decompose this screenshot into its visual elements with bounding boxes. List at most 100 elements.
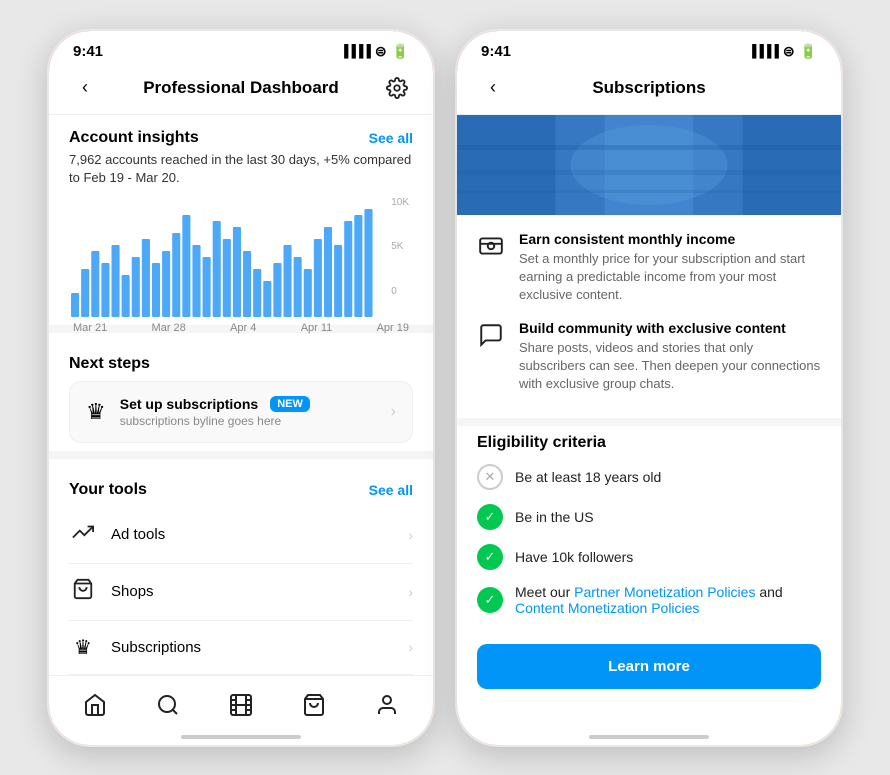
subscriptions-card[interactable]: ♛ Set up subscriptions NEW subscriptions…	[69, 381, 413, 443]
x-label-apr19: Apr 19	[377, 322, 409, 334]
ad-tools-chevron-icon: ›	[408, 527, 413, 543]
tool-ad-tools-label: Ad tools	[111, 526, 394, 543]
criteria-policies: ✓ Meet our Partner Monetization Policies…	[477, 584, 821, 616]
battery-icon: 🔋	[392, 43, 409, 60]
income-content: Earn consistent monthly income Set a mon…	[519, 231, 821, 305]
subscriptions-card-text: Set up subscriptions NEW subscriptions b…	[120, 396, 377, 428]
status-icons: ▐▐▐▐ ⊜ 🔋	[340, 43, 409, 60]
community-desc: Share posts, videos and stories that onl…	[519, 339, 821, 394]
x-label-mar28: Mar 28	[152, 322, 186, 334]
bar-chart	[69, 197, 413, 317]
phone-dashboard: 9:41 ▐▐▐▐ ⊜ 🔋 ‹ Professional Dashboard A…	[46, 28, 436, 748]
tool-ad-tools[interactable]: Ad tools ›	[69, 507, 413, 564]
shops-chevron-icon: ›	[408, 584, 413, 600]
x-label-apr11: Apr 11	[301, 322, 333, 334]
subscriptions-card-byline: subscriptions byline goes here	[120, 414, 377, 428]
income-icon	[477, 233, 505, 265]
eligibility-title: Eligibility criteria	[477, 434, 821, 452]
x-label-apr4: Apr 4	[230, 322, 256, 334]
sub-back-button[interactable]: ‹	[477, 72, 509, 104]
criteria-age-icon: ✕	[477, 464, 503, 490]
shops-icon	[69, 578, 97, 606]
partner-policies-link[interactable]: Partner Monetization Policies	[574, 584, 755, 600]
y-label-5k: 5K	[391, 241, 409, 252]
criteria-us-icon: ✓	[477, 504, 503, 530]
insights-see-all[interactable]: See all	[369, 130, 413, 146]
sub-wifi-icon: ⊜	[783, 43, 795, 60]
sub-home-indicator	[589, 735, 709, 739]
ad-tools-icon	[69, 521, 97, 549]
criteria-us: ✓ Be in the US	[477, 504, 821, 530]
learn-more-button[interactable]: Learn more	[477, 644, 821, 689]
tool-subscriptions[interactable]: ♛ Subscriptions ›	[69, 621, 413, 675]
home-indicator	[181, 735, 301, 739]
feature-income: Earn consistent monthly income Set a mon…	[457, 231, 841, 321]
tool-shops[interactable]: Shops ›	[69, 564, 413, 621]
nav-search[interactable]	[146, 689, 190, 721]
content-policies-link[interactable]: Content Monetization Policies	[515, 600, 699, 616]
insights-header: Account insights See all	[69, 129, 413, 147]
status-bar: 9:41 ▐▐▐▐ ⊜ 🔋	[49, 31, 433, 64]
sub-status-icons: ▐▐▐▐ ⊜ 🔋	[748, 43, 817, 60]
income-desc: Set a monthly price for your subscriptio…	[519, 250, 821, 305]
next-steps-header: Next steps	[69, 355, 413, 373]
tools-see-all[interactable]: See all	[369, 482, 413, 498]
tools-header: Your tools See all	[69, 481, 413, 499]
community-icon	[477, 322, 505, 354]
new-badge: NEW	[270, 396, 310, 412]
sub-status-bar: 9:41 ▐▐▐▐ ⊜ 🔋	[457, 31, 841, 64]
criteria-policies-icon: ✓	[477, 587, 503, 613]
wifi-icon: ⊜	[375, 43, 387, 60]
criteria-followers-text: Have 10k followers	[515, 549, 633, 565]
x-axis-labels: Mar 21 Mar 28 Apr 4 Apr 11 Apr 19	[69, 322, 413, 334]
crown-icon: ♛	[86, 399, 106, 425]
community-title: Build community with exclusive content	[519, 320, 821, 336]
feature-community: Build community with exclusive content S…	[457, 320, 841, 410]
criteria-us-text: Be in the US	[515, 509, 594, 525]
learn-more-section: Learn more If you've recently met all cr…	[457, 630, 841, 689]
y-axis-labels: 10K 5K 0	[391, 197, 409, 297]
community-content: Build community with exclusive content S…	[519, 320, 821, 394]
next-steps-title: Next steps	[69, 355, 150, 373]
subscriptions-chevron-icon: ›	[391, 403, 396, 421]
nav-reels[interactable]	[219, 689, 263, 721]
back-button[interactable]: ‹	[69, 72, 101, 104]
criteria-age: ✕ Be at least 18 years old	[477, 464, 821, 490]
sub-main-scroll: Earn consistent monthly income Set a mon…	[457, 115, 841, 689]
sub-divider	[457, 418, 841, 426]
sub-signal-icon: ▐▐▐▐	[748, 44, 778, 58]
sub-nav-bar: ‹ Subscriptions	[457, 64, 841, 115]
main-scroll: Account insights See all 7,962 accounts …	[49, 115, 433, 689]
your-tools-section: Your tools See all Ad tools › Shops ›	[49, 467, 433, 689]
tool-subscriptions-label: Subscriptions	[111, 639, 394, 656]
insights-description: 7,962 accounts reached in the last 30 da…	[69, 151, 413, 187]
tools-title: Your tools	[69, 481, 147, 499]
tools-list: Ad tools › Shops › ♛ Subscriptions › 📖	[69, 507, 413, 689]
nav-shop[interactable]	[292, 689, 336, 721]
nav-bar: ‹ Professional Dashboard	[49, 64, 433, 115]
divider2	[49, 451, 433, 459]
sub-status-time: 9:41	[481, 43, 511, 60]
eligibility-section: Eligibility criteria ✕ Be at least 18 ye…	[457, 434, 841, 616]
y-label-10k: 10K	[391, 197, 409, 208]
product-image	[457, 115, 841, 215]
sub-battery-icon: 🔋	[800, 43, 817, 60]
status-time: 9:41	[73, 43, 103, 60]
insights-title: Account insights	[69, 129, 199, 147]
chart-container: 10K 5K 0	[69, 197, 413, 317]
next-steps-section: Next steps ♛ Set up subscriptions NEW su…	[49, 341, 433, 443]
y-label-0: 0	[391, 286, 409, 297]
income-title: Earn consistent monthly income	[519, 231, 821, 247]
phone-subscriptions: 9:41 ▐▐▐▐ ⊜ 🔋 ‹ Subscriptions	[454, 28, 844, 748]
sub-page-title: Subscriptions	[592, 78, 705, 98]
nav-profile[interactable]	[365, 689, 409, 721]
subscriptions-tool-chevron-icon: ›	[408, 639, 413, 655]
settings-button[interactable]	[381, 72, 413, 104]
page-title: Professional Dashboard	[143, 78, 339, 98]
nav-home[interactable]	[73, 689, 117, 721]
criteria-policies-text: Meet our Partner Monetization Policies a…	[515, 584, 821, 616]
criteria-age-text: Be at least 18 years old	[515, 469, 661, 485]
subscriptions-card-title: Set up subscriptions	[120, 396, 258, 412]
signal-icon: ▐▐▐▐	[340, 44, 370, 58]
x-label-mar21: Mar 21	[73, 322, 107, 334]
